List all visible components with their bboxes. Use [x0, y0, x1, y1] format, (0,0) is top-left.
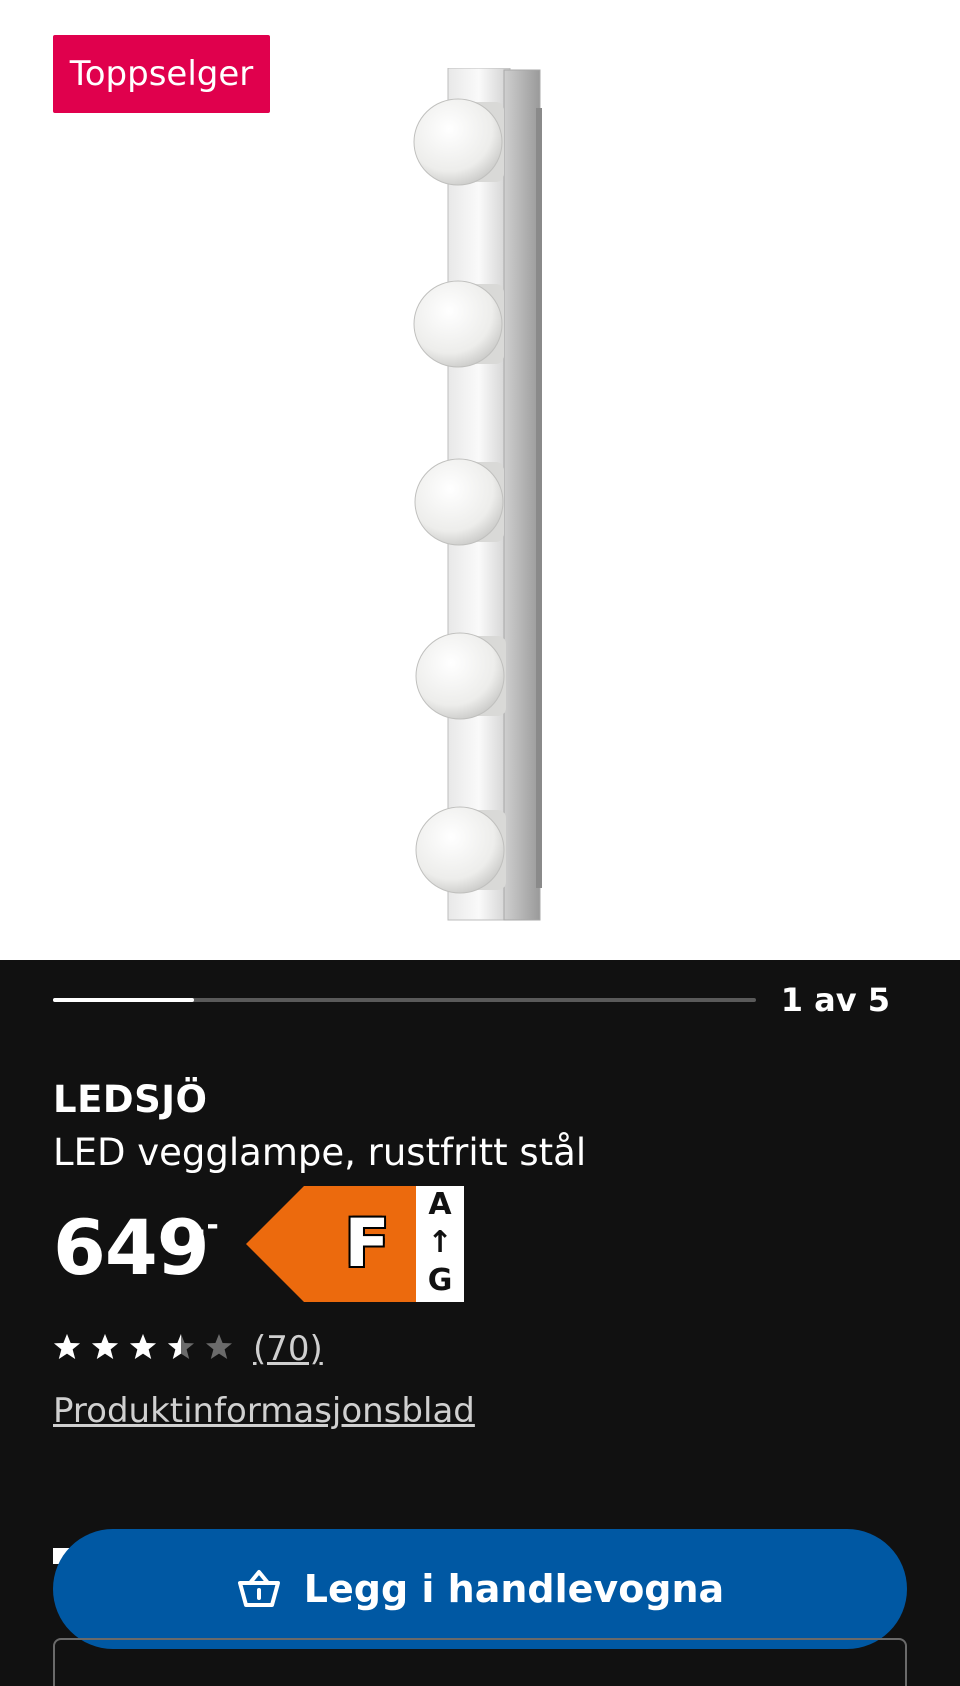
rating-star-icon [92, 1334, 118, 1359]
rating-stars [53, 1333, 243, 1365]
energy-class: F [344, 1205, 390, 1282]
product-name: LEDSJÖ [53, 1078, 208, 1121]
rating-count[interactable]: (70) [253, 1327, 323, 1371]
product-info-sheet-link[interactable]: Produktinformasjonsblad [53, 1389, 475, 1433]
rating[interactable]: (70) [53, 1327, 323, 1371]
add-to-cart-button[interactable]: Legg i handlevogna [53, 1529, 907, 1649]
shopping-basket-icon [237, 1570, 280, 1607]
product-description: LED vegglampe, rustfritt stål [53, 1131, 587, 1174]
energy-label[interactable]: F A ↑ G [246, 1186, 464, 1302]
energy-scale-bottom: G [427, 1263, 453, 1298]
rating-star-icon [130, 1334, 156, 1359]
price: 649 ,- [53, 1198, 219, 1298]
price-decimal: ,- [195, 1208, 219, 1243]
product-image[interactable]: Toppselger [0, 0, 960, 960]
rating-star-icon [206, 1334, 232, 1359]
gallery-progress-bar [53, 998, 756, 1002]
energy-scale: A ↑ G [416, 1186, 464, 1302]
energy-scale-arrow: ↑ [427, 1225, 453, 1260]
add-to-cart-label: Legg i handlevogna [303, 1567, 725, 1611]
rating-star-icon [54, 1334, 80, 1359]
next-section-box[interactable] [53, 1638, 907, 1686]
wall-lamp-image [413, 68, 542, 921]
price-integer: 649 [53, 1203, 210, 1292]
top-seller-badge: Toppselger [53, 35, 270, 113]
gallery-progress-fill [53, 998, 194, 1002]
rating-star-icon [168, 1334, 194, 1359]
energy-scale-top: A [428, 1187, 452, 1222]
gallery-counter: 1 av 5 [780, 981, 890, 1019]
